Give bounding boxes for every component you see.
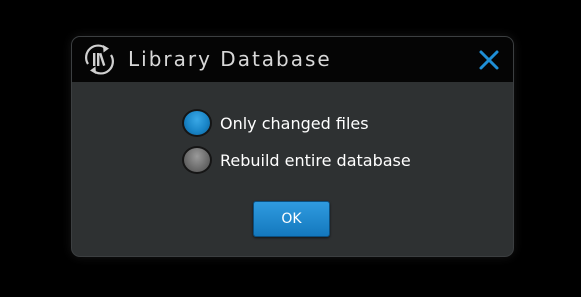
close-icon[interactable]	[476, 47, 502, 73]
ok-button[interactable]: OK	[253, 201, 330, 237]
library-sync-icon	[82, 42, 117, 77]
option-rebuild-entire-database[interactable]: Rebuild entire database	[182, 145, 411, 175]
dialog-title: Library Database	[128, 47, 332, 71]
radio-button-unselected[interactable]	[182, 146, 212, 174]
dialog-titlebar: Library Database	[72, 37, 513, 82]
library-database-dialog: Library Database Only changed files Rebu…	[71, 36, 514, 257]
option-label: Only changed files	[220, 113, 369, 133]
option-only-changed-files[interactable]: Only changed files	[182, 108, 369, 138]
radio-button-selected[interactable]	[182, 109, 212, 137]
option-label: Rebuild entire database	[220, 150, 411, 170]
